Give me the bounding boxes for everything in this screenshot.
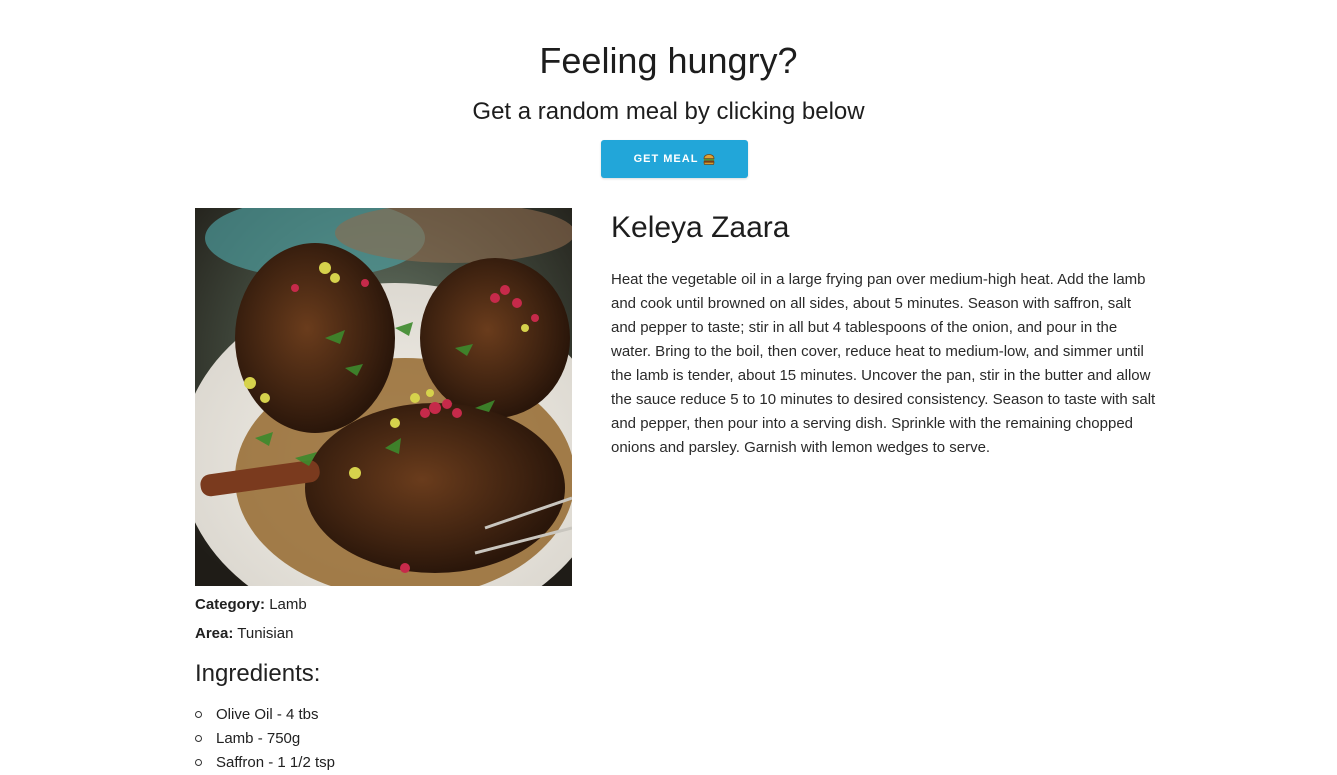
meal-area-value: Tunisian (237, 625, 294, 642)
meal-category-value: Lamb (269, 596, 307, 613)
ingredient-text: Saffron - 1 1/2 tsp (216, 754, 335, 771)
meal-category-label: Category: (195, 596, 266, 613)
bullet-icon (195, 735, 202, 742)
meal-name: Keleya Zaara (611, 211, 790, 244)
burger-icon (703, 153, 715, 165)
ingredient-item: Lamb - 750g (195, 727, 335, 751)
ingredient-text: Olive Oil - 4 tbs (216, 706, 319, 723)
meal-instructions: Heat the vegetable oil in a large frying… (611, 271, 1156, 456)
ingredient-item: Olive Oil - 4 tbs (195, 703, 335, 727)
ingredients-title: Ingredients: (195, 660, 321, 687)
ingredient-text: Lamb - 750g (216, 730, 301, 747)
get-meal-button-label: GET MEAL (633, 153, 699, 165)
bullet-icon (195, 759, 202, 766)
get-meal-button[interactable]: GET MEAL (601, 140, 748, 178)
page-subtitle: Get a random meal by clicking below (472, 98, 865, 125)
page-title: Feeling hungry? (539, 40, 798, 81)
bullet-icon (195, 711, 202, 718)
ingredient-item: Saffron - 1 1/2 tsp (195, 751, 335, 775)
meal-category: Category: Lamb (195, 596, 307, 614)
meal-area: Area: Tunisian (195, 625, 293, 643)
ingredients-list: Olive Oil - 4 tbs Lamb - 750g Saffron - … (195, 703, 335, 775)
meal-area-label: Area: (195, 625, 234, 642)
meal-image (195, 208, 572, 586)
